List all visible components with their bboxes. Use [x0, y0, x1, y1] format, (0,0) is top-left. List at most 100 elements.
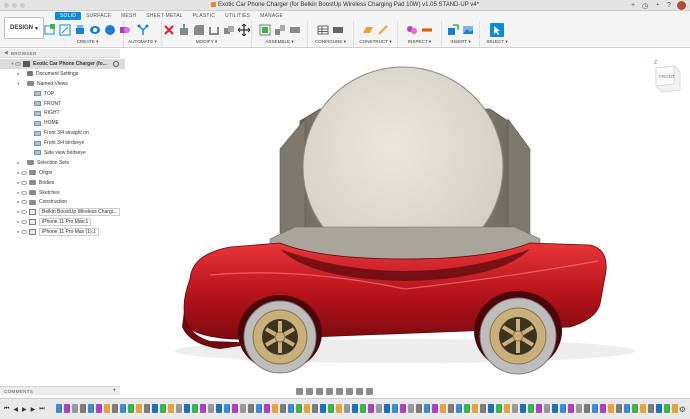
- eye-icon[interactable]: [15, 61, 21, 66]
- delete-icon[interactable]: [163, 24, 175, 36]
- timeline-back-button[interactable]: ◀: [13, 406, 18, 413]
- timeline-feature[interactable]: [168, 404, 174, 413]
- timeline-feature[interactable]: [512, 404, 518, 413]
- eye-icon[interactable]: [21, 190, 27, 195]
- timeline-feature[interactable]: [96, 404, 102, 413]
- select-cursor-icon[interactable]: [490, 22, 504, 37]
- timeline-feature[interactable]: [640, 404, 646, 413]
- tree-item-bodies[interactable]: ▸ Bodies: [0, 178, 125, 188]
- create-sketch-icon[interactable]: [59, 24, 71, 36]
- named-view-item[interactable]: TOP: [0, 89, 125, 99]
- inspect-menu[interactable]: INSPECT ▾: [408, 39, 431, 45]
- automate-icon[interactable]: [137, 24, 149, 36]
- tree-item-sketches[interactable]: ▸ Sketches: [0, 188, 125, 198]
- timeline-feature[interactable]: [280, 404, 286, 413]
- canvas-viewport[interactable]: [120, 49, 690, 384]
- tree-item-named-views[interactable]: ▾ Named Views: [0, 79, 125, 89]
- timeline-feature[interactable]: [320, 404, 326, 413]
- timeline-feature[interactable]: [608, 404, 614, 413]
- avatar[interactable]: [677, 1, 686, 10]
- car-charger-model[interactable]: [120, 49, 690, 384]
- timeline-feature[interactable]: [480, 404, 486, 413]
- timeline-feature[interactable]: [264, 404, 270, 413]
- timeline-feature[interactable]: [560, 404, 566, 413]
- timeline-feature[interactable]: [120, 404, 126, 413]
- collapse-arrow-icon[interactable]: ◀: [4, 50, 8, 56]
- caret-right-icon[interactable]: ▸: [16, 71, 21, 77]
- named-view-item[interactable]: Front 3/4 straight on: [0, 128, 125, 138]
- timeline-feature[interactable]: [216, 404, 222, 413]
- timeline-feature[interactable]: [176, 404, 182, 413]
- configure-table-icon[interactable]: [317, 24, 329, 36]
- tree-item-construction[interactable]: ▸ Construction: [0, 197, 125, 207]
- view-cube[interactable]: Z FRONT: [652, 58, 682, 94]
- timeline-feature[interactable]: [312, 404, 318, 413]
- timeline-feature[interactable]: [128, 404, 134, 413]
- timeline-feature[interactable]: [432, 404, 438, 413]
- axis-icon[interactable]: [377, 24, 389, 36]
- timeline-feature[interactable]: [576, 404, 582, 413]
- interference-icon[interactable]: [421, 24, 433, 36]
- timeline-feature[interactable]: [144, 404, 150, 413]
- gear-icon[interactable]: ⚙: [679, 405, 686, 414]
- tree-item-iphone-component[interactable]: ▸ iPhone 11 Pro Max:1: [0, 217, 125, 227]
- move-icon[interactable]: [238, 23, 250, 36]
- viewports-icon[interactable]: [366, 387, 373, 395]
- look-at-icon[interactable]: [306, 387, 313, 395]
- timeline-feature[interactable]: [568, 404, 574, 413]
- revolve-icon[interactable]: [89, 24, 101, 36]
- named-view-item[interactable]: RIGHT: [0, 108, 125, 118]
- timeline-feature[interactable]: [232, 404, 238, 413]
- tab-mesh[interactable]: MESH: [116, 12, 141, 20]
- construct-menu[interactable]: CONSTRUCT ▾: [359, 39, 391, 45]
- tree-item-iphone-component-2[interactable]: ▸ iPhone 11 Pro Max (1):1: [0, 227, 125, 237]
- fillet-icon[interactable]: [193, 24, 205, 36]
- tree-item-origin[interactable]: ▸ Origin: [0, 168, 125, 178]
- press-pull-icon[interactable]: [178, 23, 190, 36]
- display-settings-icon[interactable]: [346, 387, 353, 395]
- timeline-feature[interactable]: [496, 404, 502, 413]
- eye-icon[interactable]: [21, 180, 27, 185]
- timeline-forward-button[interactable]: ▶: [31, 406, 36, 413]
- timeline-feature[interactable]: [448, 404, 454, 413]
- timeline-feature[interactable]: [384, 404, 390, 413]
- timeline-feature[interactable]: [192, 404, 198, 413]
- named-view-item[interactable]: Front 3/4 birdseye: [0, 138, 125, 148]
- automate-menu[interactable]: AUTOMATE ▾: [128, 39, 157, 45]
- timeline-feature[interactable]: [248, 404, 254, 413]
- timeline-feature[interactable]: [152, 404, 158, 413]
- comments-bar[interactable]: COMMENTS +: [0, 386, 120, 395]
- timeline-feature[interactable]: [624, 404, 630, 413]
- timeline-feature[interactable]: [272, 404, 278, 413]
- named-view-item[interactable]: FRONT: [0, 99, 125, 109]
- timeline-feature[interactable]: [616, 404, 622, 413]
- timeline-feature[interactable]: [440, 404, 446, 413]
- measure-icon[interactable]: [406, 24, 418, 36]
- timeline-feature[interactable]: [600, 404, 606, 413]
- tab-solid[interactable]: SOLID: [55, 12, 82, 20]
- timeline-feature[interactable]: [464, 404, 470, 413]
- timeline-feature[interactable]: [112, 404, 118, 413]
- timeline-feature[interactable]: [224, 404, 230, 413]
- help-icon[interactable]: ?: [665, 2, 673, 10]
- eye-icon[interactable]: [21, 220, 27, 225]
- timeline-feature[interactable]: [488, 404, 494, 413]
- timeline-feature[interactable]: [80, 404, 86, 413]
- add-comment-icon[interactable]: +: [112, 388, 116, 394]
- new-component-assemble-icon[interactable]: [259, 24, 271, 36]
- timeline-feature[interactable]: [72, 404, 78, 413]
- insert-derive-icon[interactable]: [447, 23, 459, 36]
- parameters-icon[interactable]: [332, 24, 344, 36]
- select-menu[interactable]: SELECT ▾: [486, 39, 507, 45]
- extrude-icon[interactable]: [74, 24, 86, 36]
- timeline-feature[interactable]: [136, 404, 142, 413]
- timeline-feature[interactable]: [400, 404, 406, 413]
- eye-icon[interactable]: [21, 230, 27, 235]
- insert-menu[interactable]: INSERT ▾: [450, 39, 470, 45]
- timeline-feature[interactable]: [520, 404, 526, 413]
- timeline-feature[interactable]: [288, 404, 294, 413]
- timeline-feature[interactable]: [584, 404, 590, 413]
- timeline-feature[interactable]: [184, 404, 190, 413]
- combine-icon[interactable]: [223, 24, 235, 36]
- timeline-feature[interactable]: [672, 404, 678, 413]
